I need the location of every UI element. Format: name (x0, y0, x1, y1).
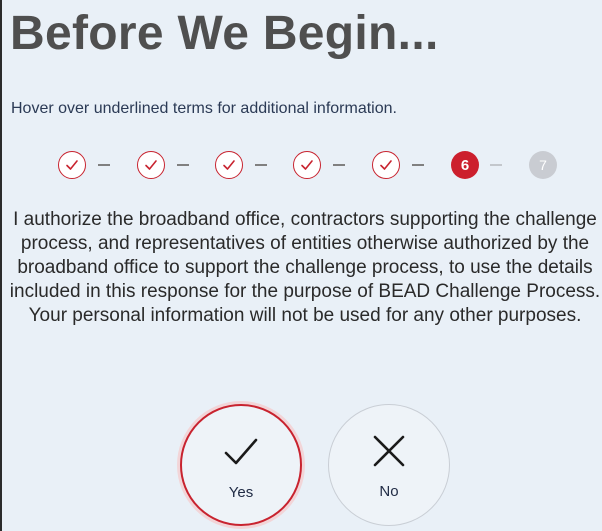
step-connector (177, 164, 189, 166)
step-connector (255, 164, 267, 166)
step-connector (490, 164, 502, 166)
step-5-complete (372, 151, 400, 179)
step-connector (412, 164, 424, 166)
progress-stepper: 6 7 (58, 151, 578, 179)
no-button[interactable]: No (328, 404, 450, 526)
step-connector (333, 164, 345, 166)
page-title: Before We Begin... (10, 7, 439, 60)
check-icon (145, 160, 157, 170)
check-icon (224, 438, 258, 465)
step-7-pending: 7 (529, 151, 557, 179)
check-icon (66, 160, 78, 170)
step-4-complete (293, 151, 321, 179)
consent-statement: I authorize the broadband office, contra… (9, 209, 601, 326)
yes-label: Yes (228, 484, 254, 501)
step-3-complete (215, 151, 243, 179)
no-label: No (379, 483, 399, 500)
step-connector (98, 164, 110, 166)
check-icon (223, 160, 235, 170)
step-2-complete (137, 151, 165, 179)
hint-text: Hover over underlined terms for addition… (11, 100, 397, 117)
consent-panel: Before We Begin... Hover over underlined… (0, 0, 602, 531)
yes-button[interactable]: Yes (180, 404, 302, 526)
x-icon (373, 435, 405, 467)
step-6-current: 6 (451, 151, 479, 179)
step-1-complete (58, 151, 86, 179)
check-icon (380, 160, 392, 170)
check-icon (301, 160, 313, 170)
